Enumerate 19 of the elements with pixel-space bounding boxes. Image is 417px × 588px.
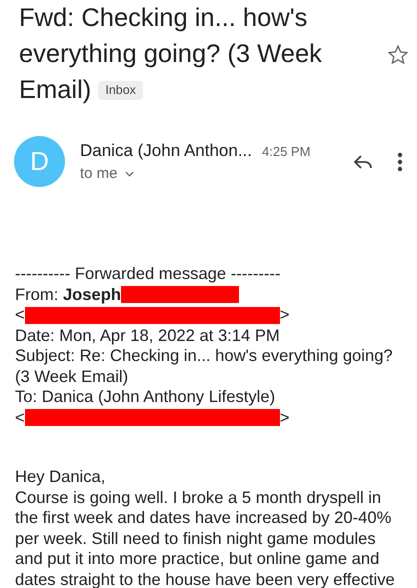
label-chip[interactable]: Inbox [98,81,143,100]
message-paragraph: Course is going well. I broke a 5 month dryspell in the first week and dates have increased by 20-40% per week. Still need to finish night game modules and put it into more practice, but online game and dates straight to the house have been very effective [15,488,396,588]
greeting-text: Hey Danica, [15,467,106,488]
header-text: > [280,305,290,326]
header-text: From: Joseph [15,284,122,305]
header-text: > [280,408,290,428]
header-text: Date: Mon, Apr 18, 2022 at 3:14 PM [15,326,280,346]
header-text: To: Danica (John Anthony Lifestyle) [15,387,276,408]
email-subject: Fwd: Checking in... how's everything going? (3 Week Email) Inbox [19,3,323,106]
more-vert-icon [397,152,403,172]
sent-time: 4:25 PM [262,144,310,159]
header-text: Subject: Re: Checking in... how's everything going? (3 Week Email) [15,346,394,387]
forwarded-divider: ---------- Forwarded message --------- [15,264,282,284]
recipient-toggle[interactable]: to me [80,165,134,182]
chevron-down-icon [124,170,134,176]
star-icon[interactable] [387,44,409,66]
header-text: < [15,408,25,428]
sender-name: Danica (John Anthon... [80,141,252,161]
header-text: < [15,305,25,326]
